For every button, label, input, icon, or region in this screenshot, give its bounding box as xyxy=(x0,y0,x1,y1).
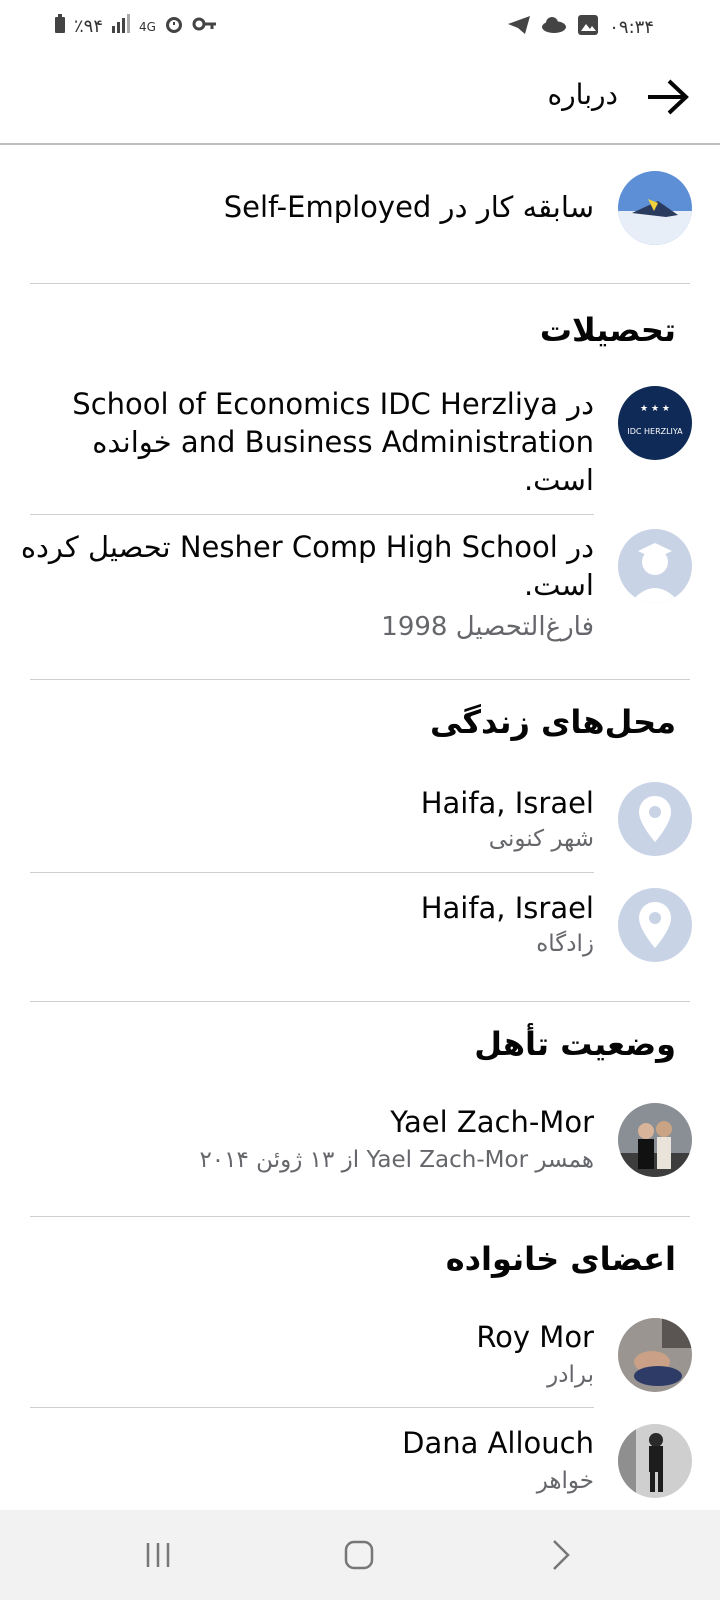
education-2-line2: است. xyxy=(523,568,594,602)
work-avatar[interactable] xyxy=(618,171,692,245)
home-icon[interactable] xyxy=(329,1528,389,1582)
divider xyxy=(30,283,690,284)
brother-relation: برادر xyxy=(547,1362,594,1388)
svg-text:★ ★ ★: ★ ★ ★ xyxy=(640,404,670,414)
work-text: سابقه کار در Self-Employed xyxy=(223,190,594,224)
sister-relation: خواهر xyxy=(536,1468,594,1494)
divider xyxy=(30,1216,690,1217)
gallery-icon xyxy=(577,14,599,41)
family-title: اعضای خانواده xyxy=(445,1240,676,1278)
location-pin-icon xyxy=(618,782,692,856)
education-title: تحصیلات xyxy=(539,311,676,349)
places-title: محل‌های زندگی xyxy=(429,703,676,741)
graduation-year: فارغ‌التحصیل 1998 xyxy=(381,612,594,642)
vpn-key-icon xyxy=(192,14,218,39)
hometown-label: زادگاه xyxy=(536,931,594,957)
education-item-1[interactable]: در School of Economics IDC Herzliya and … xyxy=(34,385,594,499)
divider xyxy=(30,1407,594,1408)
system-nav-bar xyxy=(0,1510,720,1600)
spouse-detail: همسر Yael Zach-Mor از ۱۳ ژوئن ۲۰۱۴ xyxy=(199,1147,594,1173)
app-bar: درباره xyxy=(0,50,720,145)
current-city-label: شهر کنونی xyxy=(488,826,594,852)
alarm-icon xyxy=(164,14,184,39)
svg-text:IDC HERZLIYA: IDC HERZLIYA xyxy=(627,427,683,436)
education-1-line2: and Business Administration خوانده xyxy=(92,425,594,459)
status-bar: ٪۹۴ 4G ۰۹:۳۴ xyxy=(0,0,720,50)
current-city-name[interactable]: Haifa, Israel xyxy=(421,784,594,822)
relationship-title: وضعیت تأهل xyxy=(474,1025,676,1063)
status-left: ٪۹۴ 4G xyxy=(54,14,218,39)
battery-icon xyxy=(54,14,66,39)
back-arrow-icon[interactable] xyxy=(642,72,692,122)
page-title: درباره xyxy=(547,78,618,111)
cloud-icon xyxy=(541,16,567,39)
hometown-name[interactable]: Haifa, Israel xyxy=(421,889,594,927)
divider xyxy=(30,872,594,873)
divider xyxy=(30,1001,690,1002)
graduation-cap-icon[interactable] xyxy=(618,529,692,603)
battery-level: ٪۹۴ xyxy=(74,16,104,37)
family-avatar-brother[interactable] xyxy=(618,1318,692,1392)
back-nav-icon[interactable] xyxy=(530,1528,590,1582)
spouse-name[interactable]: Yael Zach-Mor xyxy=(390,1103,594,1141)
clock-time: ۰۹:۳۴ xyxy=(609,17,654,38)
education-1-line1: در School of Economics IDC Herzliya xyxy=(72,387,594,421)
recent-apps-icon[interactable] xyxy=(128,1528,188,1582)
brother-name[interactable]: Roy Mor xyxy=(476,1318,594,1356)
telegram-icon xyxy=(507,15,531,40)
spouse-avatar[interactable] xyxy=(618,1103,692,1177)
education-item-2[interactable]: در Nesher Comp High School تحصیل کرده اس… xyxy=(4,528,594,604)
divider xyxy=(30,514,594,515)
school-logo[interactable]: ★ ★ ★ IDC HERZLIYA xyxy=(618,386,692,460)
education-1-line3: است. xyxy=(523,463,594,497)
network-type: 4G xyxy=(139,19,156,34)
family-avatar-sister[interactable] xyxy=(618,1424,692,1498)
education-2-line1: در Nesher Comp High School تحصیل کرده xyxy=(20,530,594,564)
location-pin-icon xyxy=(618,888,692,962)
divider xyxy=(30,679,690,680)
status-right: ۰۹:۳۴ xyxy=(507,14,654,41)
sister-name[interactable]: Dana Allouch xyxy=(402,1424,594,1462)
signal-icon xyxy=(111,14,131,39)
